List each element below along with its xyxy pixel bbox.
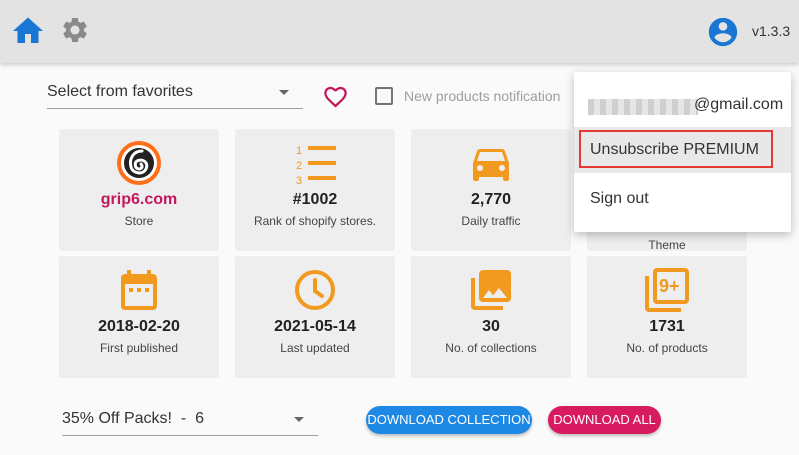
collections-value: 30	[482, 318, 500, 335]
chevron-down-icon	[279, 90, 289, 95]
collections-icon	[471, 270, 511, 310]
heart-icon	[324, 86, 347, 108]
published-value: 2018-02-20	[98, 318, 180, 335]
account-menu: @gmail.com Unsubscribe PREMIUM Sign out	[574, 72, 791, 232]
products-9plus-icon: 9+	[645, 268, 689, 312]
menu-item-email: @gmail.com	[574, 81, 791, 127]
published-label: First published	[99, 341, 179, 355]
svg-text:3: 3	[296, 175, 302, 187]
account-icon	[708, 17, 738, 47]
account-button[interactable]	[706, 15, 740, 49]
redacted-email	[588, 99, 698, 115]
products-card: 9+ 1731 No. of products	[587, 256, 747, 378]
sign-out-label: Sign out	[590, 190, 649, 207]
updated-label: Last updated	[280, 341, 350, 355]
store-value: grip6.com	[100, 191, 178, 208]
collection-select-value: 35% Off Packs! - 6	[62, 410, 204, 427]
top-app-bar: v1.3.3	[0, 0, 799, 63]
collections-label: No. of collections	[445, 341, 537, 355]
products-label: No. of products	[626, 341, 708, 355]
email-suffix: @gmail.com	[694, 96, 784, 113]
rank-value: #1002	[292, 191, 338, 208]
rank-card: 1 2 3 #1002 Rank of shopify stores.	[235, 129, 395, 251]
chevron-down-icon	[294, 417, 304, 422]
list-numbered-icon: 1 2 3	[296, 145, 336, 187]
menu-item-sign-out[interactable]: Sign out	[574, 176, 791, 222]
updated-card: 2021-05-14 Last updated	[235, 256, 395, 378]
download-collection-button[interactable]: DOWNLOAD COLLECTION	[366, 406, 532, 434]
updated-value: 2021-05-14	[274, 318, 356, 335]
favorite-button[interactable]	[322, 83, 349, 108]
notification-checkbox[interactable]	[375, 87, 393, 105]
car-icon	[473, 149, 509, 181]
published-card: 2018-02-20 First published	[59, 256, 219, 378]
traffic-label: Daily traffic	[461, 214, 521, 228]
collection-select[interactable]: 35% Off Packs! - 6	[62, 404, 318, 436]
traffic-card: 2,770 Daily traffic	[411, 129, 571, 251]
app-version: v1.3.3	[752, 23, 791, 39]
traffic-value: 2,770	[470, 191, 512, 208]
favorites-select[interactable]: Select from favorites	[47, 77, 303, 109]
products-value: 1731	[649, 318, 685, 335]
home-button[interactable]	[10, 13, 46, 49]
unsubscribe-label: Unsubscribe PREMIUM	[590, 141, 759, 158]
store-label: Store	[124, 214, 154, 228]
gear-icon	[63, 17, 87, 42]
svg-text:9+: 9+	[659, 276, 680, 296]
home-icon	[13, 17, 43, 43]
calendar-icon	[121, 270, 157, 310]
svg-text:1: 1	[296, 145, 302, 157]
settings-button[interactable]	[60, 15, 90, 45]
store-card: grip6.com Store	[59, 129, 219, 251]
svg-text:2: 2	[296, 160, 302, 172]
theme-label: Theme	[648, 238, 686, 252]
store-logo-icon	[117, 141, 161, 185]
collections-card: 30 No. of collections	[411, 256, 571, 378]
download-all-button[interactable]: DOWNLOAD ALL	[548, 406, 661, 434]
clock-icon	[295, 270, 335, 310]
favorites-select-value: Select from favorites	[47, 83, 193, 100]
rank-label: Rank of shopify stores.	[253, 214, 377, 228]
menu-item-unsubscribe[interactable]: Unsubscribe PREMIUM	[574, 127, 791, 173]
notification-label: New products notification	[404, 88, 561, 104]
